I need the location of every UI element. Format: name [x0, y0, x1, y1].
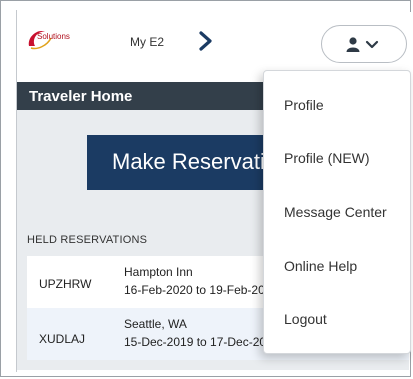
- reservation-dates: 16-Feb-2020 to 19-Feb-2020: [124, 283, 279, 297]
- user-dropdown-menu: Profile Profile (NEW) Message Center Onl…: [263, 70, 411, 354]
- chevron-down-icon: [365, 40, 379, 49]
- menu-item-logout[interactable]: Logout: [284, 311, 327, 327]
- menu-item-online-help[interactable]: Online Help: [284, 258, 357, 274]
- reservation-dates: 15-Dec-2019 to 17-Dec-2019: [124, 335, 280, 349]
- user-menu-button[interactable]: [321, 25, 407, 63]
- solutions-logo[interactable]: Solutions: [25, 24, 95, 54]
- menu-item-profile-new[interactable]: Profile (NEW): [284, 150, 370, 166]
- logo-text: Solutions: [37, 32, 70, 41]
- my-e2-link[interactable]: My E2: [130, 35, 164, 49]
- menu-item-message-center[interactable]: Message Center: [284, 204, 387, 220]
- reservation-code[interactable]: UPZHRW: [39, 277, 91, 291]
- menu-item-profile[interactable]: Profile: [284, 97, 324, 113]
- reservation-place: Hampton Inn: [124, 265, 193, 279]
- page-title: Traveler Home: [29, 88, 133, 105]
- reservation-code[interactable]: XUDLAJ: [39, 332, 85, 346]
- reservation-place: Seattle, WA: [124, 317, 187, 331]
- user-icon: [346, 37, 379, 52]
- chevron-right-icon[interactable]: [197, 30, 215, 52]
- held-reservations-label: HELD RESERVATIONS: [27, 234, 148, 246]
